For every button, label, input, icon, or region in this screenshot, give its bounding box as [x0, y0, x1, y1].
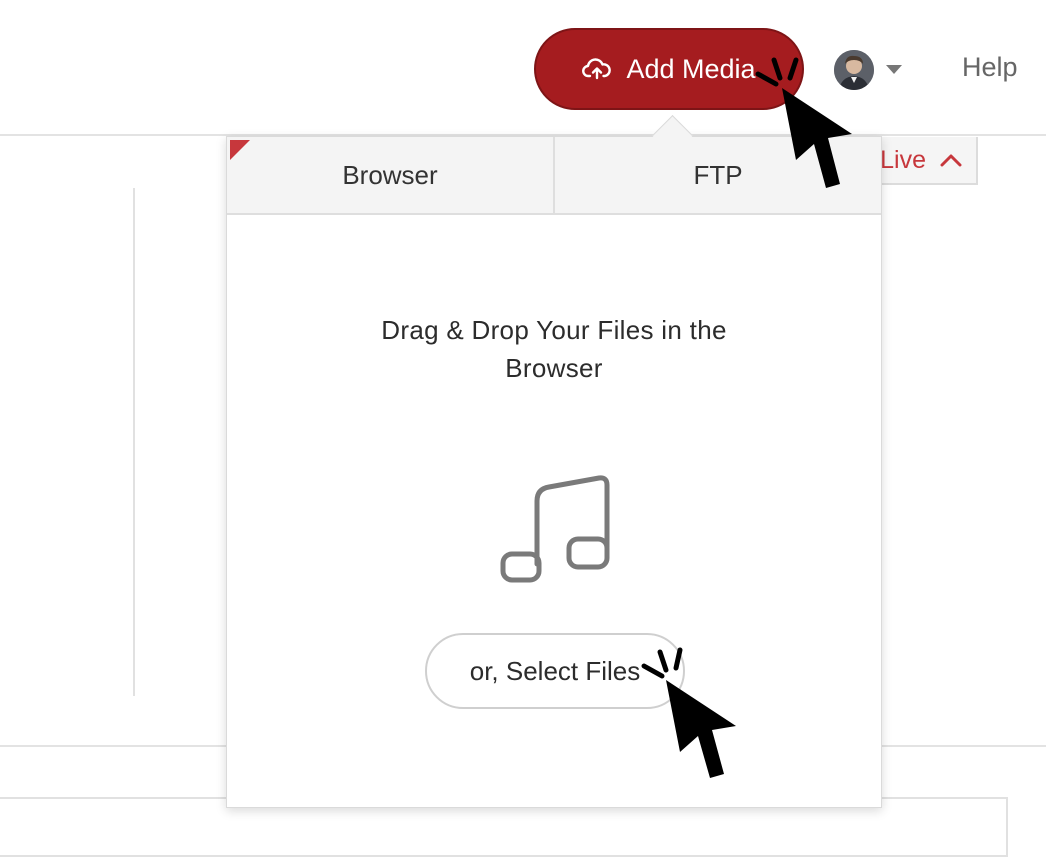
tab-browser[interactable]: Browser [227, 137, 553, 213]
corner-flag-icon [230, 140, 250, 160]
sidebar-divider [133, 188, 135, 696]
drop-text-line-2: Browser [505, 353, 603, 383]
select-files-button[interactable]: or, Select Files [425, 633, 685, 709]
upload-popover: Browser FTP Drag & Drop Your Files in th… [226, 136, 882, 808]
drop-text-line-1: Drag & Drop Your Files in the [381, 315, 727, 345]
chevron-down-icon[interactable] [886, 65, 902, 74]
go-live-label: Live [880, 145, 926, 174]
avatar[interactable] [834, 50, 874, 90]
upload-tabs: Browser FTP [227, 137, 881, 215]
top-bar: Add Media Help [0, 0, 1046, 136]
chevron-up-icon [940, 154, 962, 167]
help-link[interactable]: Help [962, 52, 1018, 83]
music-note-icon [500, 475, 610, 583]
add-media-button[interactable]: Add Media [534, 28, 804, 110]
drop-zone-text: Drag & Drop Your Files in the Browser [227, 311, 881, 387]
add-media-label: Add Media [626, 53, 756, 84]
cloud-upload-icon [582, 58, 612, 80]
tab-ftp[interactable]: FTP [553, 137, 881, 213]
user-avatar-icon [834, 50, 874, 90]
